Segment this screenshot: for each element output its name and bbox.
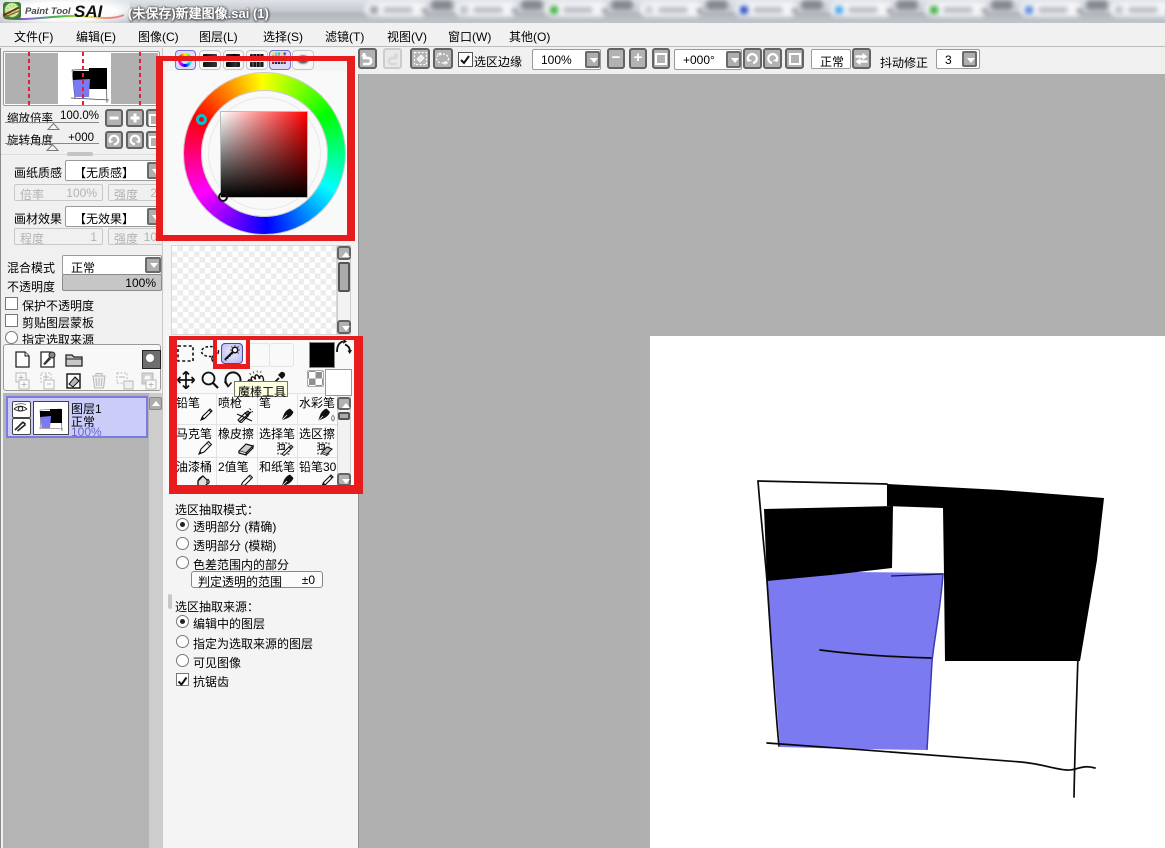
svg-text:Paint Tool: Paint Tool	[25, 6, 71, 17]
svg-text:SAI: SAI	[74, 2, 104, 21]
